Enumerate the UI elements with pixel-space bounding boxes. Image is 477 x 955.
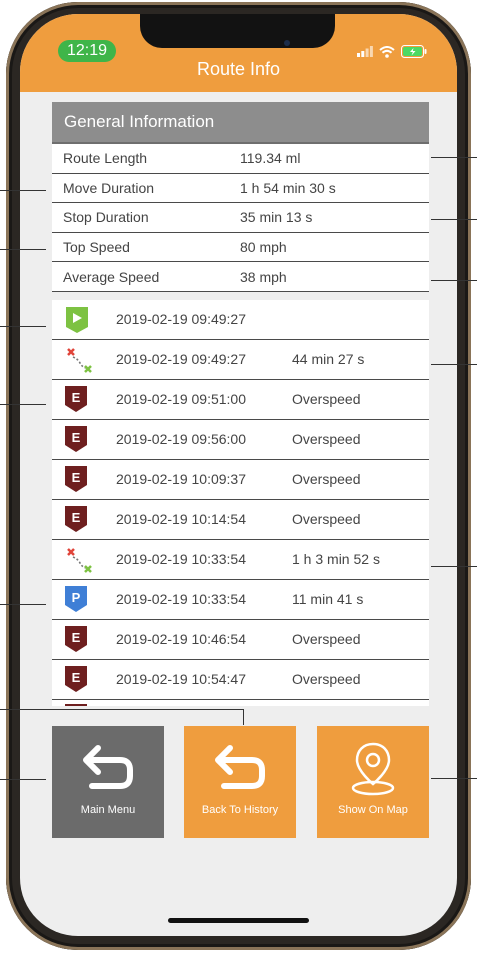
- app-screen: 12:19 Route Info General Information Rou: [20, 14, 457, 936]
- front-camera: [284, 40, 290, 46]
- annotation-line: [0, 249, 46, 250]
- battery-charging-icon: [401, 45, 427, 58]
- move-route-icon: [52, 539, 102, 579]
- event-row[interactable]: E 2019-02-19 10:54:47 Overspeed: [52, 660, 429, 700]
- info-label: Top Speed: [63, 239, 130, 256]
- annotation-line: [431, 778, 477, 779]
- annotation-line: [431, 566, 477, 567]
- annotation-line: [0, 190, 46, 191]
- map-pin-icon: [351, 742, 395, 796]
- overspeed-event-icon: E: [52, 379, 102, 419]
- event-row[interactable]: E 2019-02-19 09:56:00 Overspeed: [52, 420, 429, 460]
- info-row-route-length: Route Length 119.34 ml: [52, 144, 429, 174]
- svg-text:E: E: [72, 390, 81, 405]
- event-list[interactable]: 2019-02-19 09:49:27 2019-02-19 09:49:27 44…: [52, 300, 429, 706]
- general-info-header: General Information: [52, 102, 429, 144]
- cellular-signal-icon: [357, 46, 373, 57]
- event-detail: Overspeed: [292, 471, 361, 488]
- section-divider: [52, 291, 429, 300]
- info-label: Stop Duration: [63, 209, 149, 226]
- info-row-stop-duration: Stop Duration 35 min 13 s: [52, 203, 429, 233]
- move-route-icon: [52, 339, 102, 379]
- svg-text:E: E: [72, 470, 81, 485]
- event-detail: 1 h 3 min 52 s: [292, 551, 380, 568]
- wifi-icon: [379, 45, 395, 58]
- svg-text:E: E: [72, 430, 81, 445]
- svg-text:P: P: [72, 590, 81, 605]
- overspeed-event-icon: E: [52, 659, 102, 699]
- info-value: 38 mph: [240, 268, 287, 285]
- annotation-line: [431, 157, 477, 158]
- info-row-top-speed: Top Speed 80 mph: [52, 233, 429, 263]
- event-datetime: 2019-02-19 10:33:54: [116, 551, 246, 568]
- event-row[interactable]: 2019-02-19 09:49:27 44 min 27 s: [52, 340, 429, 380]
- event-datetime: 2019-02-19 10:09:37: [116, 471, 246, 488]
- page-title: Route Info: [196, 59, 281, 79]
- event-detail: Overspeed: [292, 671, 361, 688]
- event-row[interactable]: E 2019-02-19 10:46:54 Overspeed: [52, 620, 429, 660]
- info-label: Move Duration: [63, 179, 155, 196]
- show-on-map-button[interactable]: Show On Map: [317, 726, 429, 838]
- info-value: 119.34 ml: [240, 150, 301, 167]
- event-row[interactable]: E 2019-02-19 10:14:54 Overspeed: [52, 500, 429, 540]
- action-buttons: Main Menu Back To History Show On Map: [52, 726, 429, 838]
- annotation-line: [431, 219, 477, 220]
- back-to-history-button[interactable]: Back To History: [184, 726, 296, 838]
- overspeed-event-icon: E: [52, 459, 102, 499]
- event-datetime: 2019-02-19 10:14:54: [116, 511, 246, 528]
- route-info-card[interactable]: General Information Route Length 119.34 …: [52, 102, 429, 706]
- annotation-line: [0, 326, 46, 327]
- event-row[interactable]: P 2019-02-19 10:33:54 11 min 41 s: [52, 580, 429, 620]
- info-value: 1 h 54 min 30 s: [240, 179, 336, 196]
- annotation-line: [431, 364, 477, 365]
- event-detail: Overspeed: [292, 391, 361, 408]
- event-row[interactable]: 2019-02-19 10:33:54 1 h 3 min 52 s: [52, 540, 429, 580]
- info-value: 35 min 13 s: [240, 209, 313, 226]
- event-datetime: 2019-02-19 09:51:00: [116, 391, 246, 408]
- event-detail: Overspeed: [292, 511, 361, 528]
- main-menu-button[interactable]: Main Menu: [52, 726, 164, 838]
- info-label: Route Length: [63, 150, 148, 167]
- event-datetime: 2019-02-19 10:54:47: [116, 671, 246, 688]
- info-value: 80 mph: [240, 239, 287, 256]
- overspeed-event-icon: E: [52, 499, 102, 539]
- svg-text:E: E: [72, 630, 81, 645]
- event-detail: Overspeed: [292, 631, 361, 648]
- event-datetime: 2019-02-19 09:49:27: [116, 311, 246, 328]
- home-indicator: [168, 918, 309, 923]
- annotation-line: [431, 280, 477, 281]
- annotation-line: [0, 709, 244, 710]
- start-flag-icon: [52, 299, 102, 339]
- back-arrow-icon: [83, 745, 133, 789]
- event-datetime: 2019-02-19 09:49:27: [116, 351, 246, 368]
- info-label: Average Speed: [63, 268, 160, 285]
- back-to-history-label: Back To History: [201, 804, 279, 816]
- overspeed-event-icon: E: [52, 619, 102, 659]
- info-row-average-speed: Average Speed 38 mph: [52, 262, 429, 292]
- svg-text:E: E: [72, 670, 81, 685]
- event-row[interactable]: E 2019-02-19 10:09:37 Overspeed: [52, 460, 429, 500]
- status-icons: [357, 45, 427, 58]
- parking-icon: P: [52, 579, 102, 619]
- main-menu-label: Main Menu: [80, 804, 136, 816]
- back-arrow-icon: [215, 745, 265, 789]
- annotation-line: [0, 404, 46, 405]
- event-datetime: 2019-02-19 09:56:00: [116, 431, 246, 448]
- show-on-map-label: Show On Map: [338, 804, 408, 816]
- event-datetime: 2019-02-19 10:46:54: [116, 631, 246, 648]
- info-row-move-duration: Move Duration 1 h 54 min 30 s: [52, 174, 429, 204]
- event-detail: 44 min 27 s: [292, 351, 365, 368]
- camera-notch: [140, 14, 335, 48]
- annotation-line: [0, 779, 46, 780]
- event-detail: Overspeed: [292, 431, 361, 448]
- annotation-line: [243, 709, 244, 725]
- event-row-partial: [52, 700, 429, 706]
- overspeed-event-icon: E: [52, 419, 102, 459]
- annotation-line: [0, 604, 46, 605]
- event-row[interactable]: E 2019-02-19 09:51:00 Overspeed: [52, 380, 429, 420]
- svg-text:E: E: [72, 510, 81, 525]
- event-datetime: 2019-02-19 10:33:54: [116, 591, 246, 608]
- event-row[interactable]: 2019-02-19 09:49:27: [52, 300, 429, 340]
- event-detail: 11 min 41 s: [292, 591, 364, 608]
